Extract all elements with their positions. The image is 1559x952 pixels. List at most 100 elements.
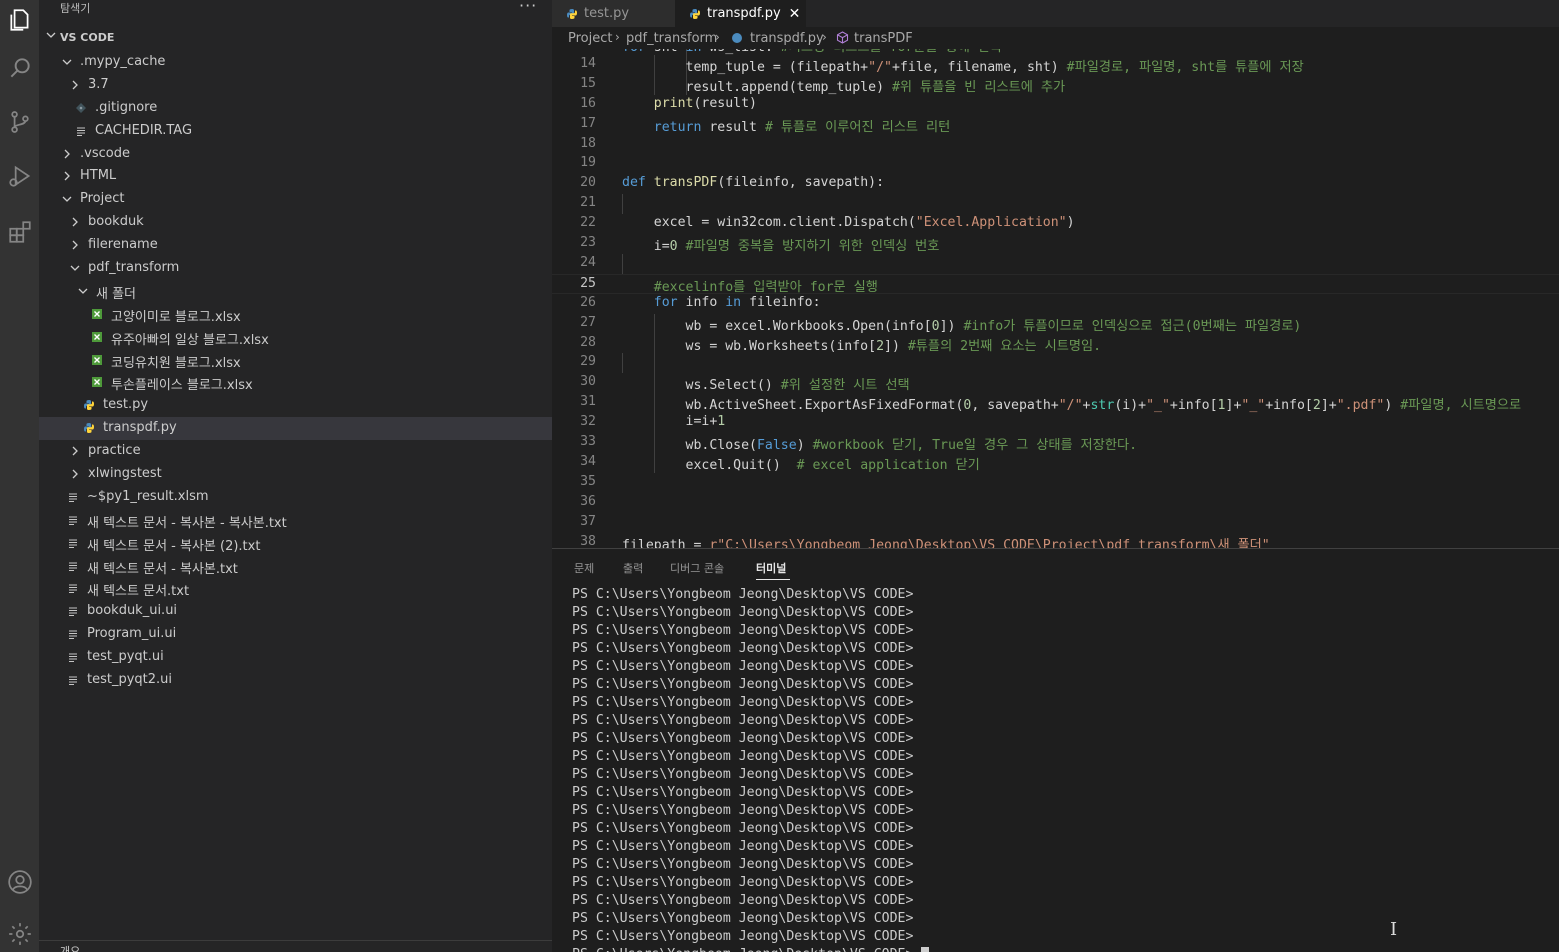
source-control-icon[interactable] — [0, 102, 39, 142]
tree-folder[interactable]: xlwingstest — [39, 463, 552, 486]
settings-gear-icon[interactable] — [0, 914, 39, 952]
code-line[interactable]: 31 wb.ActiveSheet.ExportAsFixedFormat(0,… — [552, 393, 1559, 414]
code-line[interactable]: 21 — [552, 194, 1559, 215]
tree-file[interactable]: ~$py1_result.xlsm — [39, 486, 552, 509]
run-debug-icon[interactable] — [0, 156, 39, 196]
code-line[interactable]: 20 def transPDF(fileinfo, savepath): — [552, 174, 1559, 194]
breadcrumb-file[interactable]: transpdf.py — [750, 31, 824, 46]
more-actions-icon[interactable]: ··· — [519, 0, 537, 15]
code-line[interactable]: 15 result.append(temp_tuple) #위 튜플을 빈 리스… — [552, 74, 1559, 95]
line-number: 14 — [580, 55, 596, 71]
tab-transpdf-py[interactable]: transpdf.py ✕ — [675, 0, 806, 27]
tree-file[interactable]: test_pyqt2.ui — [39, 669, 552, 692]
tree-file[interactable]: transpdf.py — [39, 417, 552, 441]
explorer-icon[interactable] — [0, 0, 39, 40]
tree-file[interactable]: 투손플레이스 블로그.xlsx — [39, 371, 552, 394]
code-line[interactable]: 32 i=i+1 — [552, 413, 1559, 434]
tree-file[interactable]: .gitignore — [39, 97, 552, 120]
symbol-method-icon — [836, 31, 849, 44]
tree-folder[interactable]: practice — [39, 440, 552, 463]
text-file-icon — [67, 605, 79, 617]
line-number: 29 — [580, 354, 596, 370]
terminal-line: PS C:\Users\Yongbeom Jeong\Desktop\VS CO… — [572, 767, 914, 782]
text-file-icon — [67, 560, 79, 572]
text-file-icon — [67, 628, 79, 640]
code-line[interactable]: 33 wb.Close(False) #workbook 닫기, True일 경… — [552, 433, 1559, 453]
tree-file[interactable]: test.py — [39, 394, 552, 417]
code-text: return result # 튜플로 이루어진 리스트 리턴 — [653, 119, 951, 135]
tree-file[interactable]: 코딩유치원 블로그.xlsx — [39, 349, 552, 372]
tree-file[interactable]: 새 텍스트 문서.txt — [39, 577, 552, 600]
tab-test-py[interactable]: test.py — [552, 0, 675, 27]
tree-file[interactable]: 새 텍스트 문서 - 복사본 (2).txt — [39, 532, 552, 555]
extensions-icon[interactable] — [0, 212, 39, 252]
line-number: 13 — [552, 49, 596, 51]
text-file-icon — [67, 674, 79, 686]
tree-item-label: 유주아빠의 일상 블로그.xlsx — [111, 332, 269, 348]
tree-folder[interactable]: filerename — [39, 234, 552, 257]
code-line[interactable]: 26 for info in fileinfo: — [552, 294, 1559, 314]
chevron-right-icon — [69, 79, 81, 91]
code-line[interactable]: 17 return result # 튜플로 이루어진 리스트 리턴 — [552, 115, 1559, 135]
code-line[interactable]: 14 temp_tuple = (filepath+"/"+file, file… — [552, 54, 1559, 75]
tab-problems[interactable]: 문제 — [574, 560, 594, 576]
breadcrumb-folder[interactable]: pdf_transform — [626, 31, 717, 46]
code-line[interactable]: 34 excel.Quit() # excel application 닫기 — [552, 452, 1559, 473]
workspace-section-header[interactable]: VS CODE — [39, 28, 552, 48]
code-editor[interactable]: 13for sht in ws_list: #시트명 리스트를 for문을 통해… — [552, 49, 1559, 548]
code-text: ws.Select() #위 설정한 시트 선택 — [622, 378, 910, 394]
line-number: 23 — [580, 235, 596, 250]
tree-folder[interactable]: Project — [39, 188, 552, 211]
code-line[interactable]: 23 i=0 #파일명 중복을 방지하기 위한 인덱싱 번호 — [552, 234, 1559, 254]
tree-file[interactable]: 유주아빠의 일상 블로그.xlsx — [39, 326, 552, 349]
tree-file[interactable]: 고양이미로 블로그.xlsx — [39, 303, 552, 326]
tree-item-label: filerename — [88, 237, 158, 253]
tree-folder[interactable]: pdf_transform — [39, 257, 552, 280]
tab-debug-console[interactable]: 디버그 콘솔 — [670, 560, 724, 576]
tab-output[interactable]: 출력 — [623, 560, 643, 576]
search-icon[interactable] — [0, 48, 39, 88]
chevron-right-icon: › — [615, 30, 620, 44]
line-number: 25 — [580, 275, 596, 291]
tab-terminal[interactable]: 터미널 — [756, 560, 786, 576]
code-line[interactable]: 37 — [552, 513, 1559, 533]
tree-file[interactable]: bookduk_ui.ui — [39, 600, 552, 623]
account-icon[interactable] — [0, 862, 39, 902]
tree-folder[interactable]: 새 폴더 — [39, 280, 552, 303]
python-file-icon — [732, 33, 742, 43]
close-tab-icon[interactable]: ✕ — [789, 6, 801, 22]
tree-file[interactable]: Program_ui.ui — [39, 623, 552, 646]
code-line[interactable]: 38 filepath = r"C:\Users\Yongbeom Jeong\D… — [552, 533, 1559, 549]
code-line[interactable]: 19 — [552, 154, 1559, 174]
code-line[interactable]: 27 wb = excel.Workbooks.Open(info[0]) #i… — [552, 313, 1559, 334]
breadcrumb-project[interactable]: Project — [568, 31, 612, 46]
line-number: 38 — [580, 533, 596, 549]
code-line[interactable]: 25 #excelinfo를 입력받아 for문 실행 — [552, 273, 1559, 295]
code-line[interactable]: 24 — [552, 253, 1559, 274]
code-line[interactable]: 16 print(result) — [552, 95, 1559, 115]
line-number: 21 — [580, 195, 596, 211]
tree-folder[interactable]: .vscode — [39, 143, 552, 166]
code-line[interactable]: 36 — [552, 493, 1559, 513]
code-text: wb.ActiveSheet.ExportAsFixedFormat(0, sa… — [622, 398, 1522, 414]
code-line[interactable]: 35 — [552, 473, 1559, 493]
tree-file[interactable]: 새 텍스트 문서 - 복사본 - 복사본.txt — [39, 509, 552, 532]
code-line[interactable]: 28 ws = wb.Worksheets(info[2]) #튜플의 2번째 … — [552, 333, 1559, 354]
tree-folder[interactable]: .mypy_cache — [39, 51, 552, 74]
code-line[interactable]: 30 ws.Select() #위 설정한 시트 선택 — [552, 373, 1559, 394]
tree-file[interactable]: test_pyqt.ui — [39, 646, 552, 669]
code-text: wb = excel.Workbooks.Open(info[0]) #info… — [622, 318, 1302, 334]
code-line[interactable]: 18 — [552, 135, 1559, 155]
indent-guide — [622, 194, 623, 215]
tree-folder[interactable]: bookduk — [39, 211, 552, 234]
tree-file[interactable]: CACHEDIR.TAG — [39, 120, 552, 143]
code-line[interactable]: 22 excel = win32com.client.Dispatch("Exc… — [552, 214, 1559, 234]
breadcrumb-symbol[interactable]: transPDF — [854, 31, 913, 46]
terminal-input-line[interactable]: PS C:\Users\Yongbeom Jeong\Desktop\VS CO… — [572, 947, 930, 952]
tree-folder[interactable]: 3.7 — [39, 74, 552, 97]
code-line[interactable]: 29 — [552, 353, 1559, 374]
outline-section-header[interactable]: 개요 — [39, 940, 552, 952]
tree-file[interactable]: 새 텍스트 문서 - 복사본.txt — [39, 555, 552, 578]
terminal-output[interactable]: PS C:\Users\Yongbeom Jeong\Desktop\VS CO… — [572, 587, 930, 952]
tree-folder[interactable]: HTML — [39, 165, 552, 188]
